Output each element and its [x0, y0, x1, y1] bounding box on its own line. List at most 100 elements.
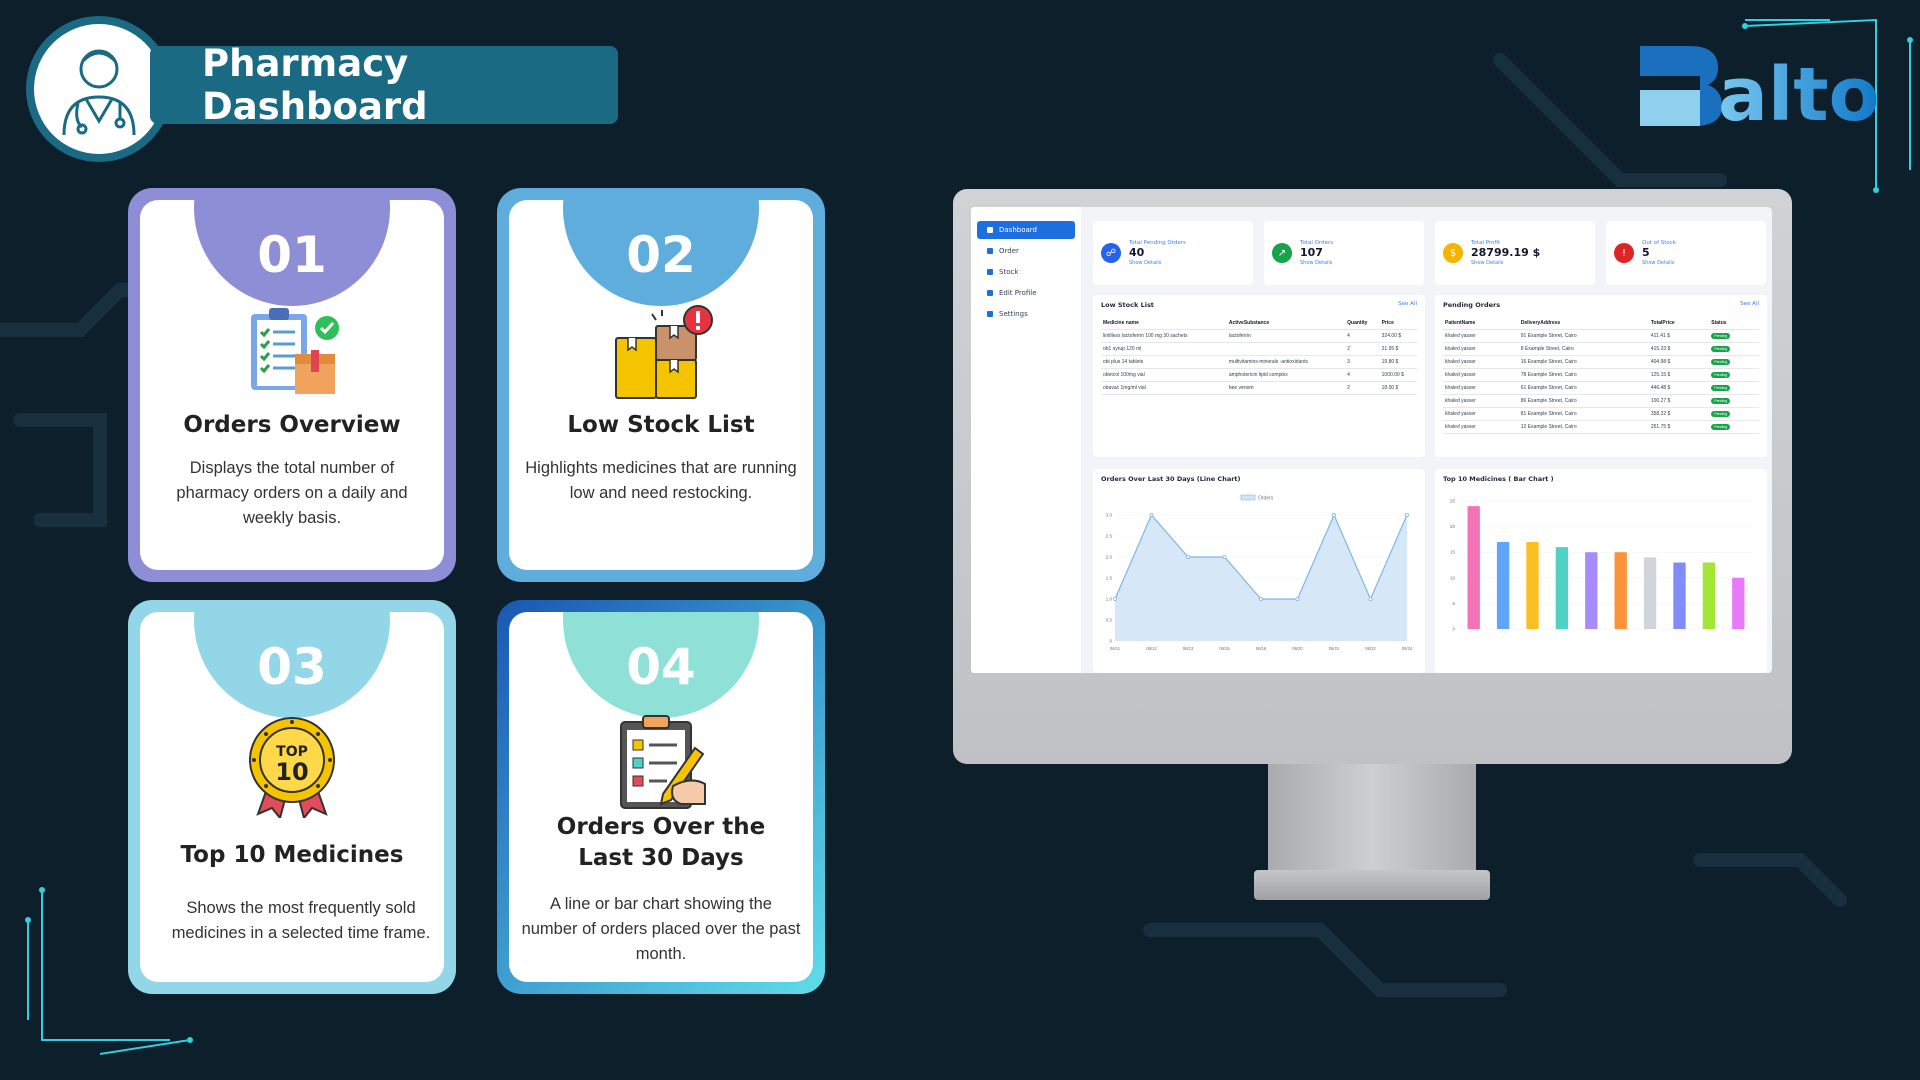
- status-badge: Pending: [1711, 385, 1731, 391]
- sidebar-item-settings[interactable]: Settings: [977, 305, 1075, 323]
- table-row[interactable]: khaled yasser 86 Example Street, Cairo 100…: [1443, 394, 1759, 408]
- table-row[interactable]: lintilless lactoferrin 100 mg 30 sachets…: [1101, 329, 1417, 343]
- table-cell: 3: [1345, 355, 1380, 369]
- table-cell: 4: [1345, 368, 1380, 382]
- pending-orders-table: PatientName DeliveryAddress TotalPrice S…: [1443, 317, 1759, 434]
- table-cell: 19.80 $: [1379, 355, 1417, 369]
- sidebar-item-label: Settings: [999, 310, 1028, 318]
- table-row[interactable]: obavac 1mg/ml vial bee venom 2 18.00 $: [1101, 381, 1417, 395]
- table-cell: 2: [1345, 381, 1380, 395]
- data-point: [1368, 597, 1373, 602]
- trend-icon: ↗: [1272, 243, 1292, 263]
- column-header: Quantity: [1345, 317, 1380, 330]
- data-point: [1331, 512, 1336, 517]
- table-row[interactable]: khaled yasser 16 Example Street, Cairo 404…: [1443, 355, 1759, 369]
- sidebar-item-dashboard[interactable]: Dashboard: [977, 221, 1075, 239]
- feature-card-orders-overview: 01 Orders Overview Displays the total nu…: [128, 188, 456, 582]
- table-cell: 8 Example Street, Cairo: [1518, 342, 1649, 356]
- see-all-link[interactable]: See All: [1398, 301, 1417, 309]
- show-details-link[interactable]: Show Details: [1129, 260, 1186, 266]
- table-cell: 358.22 $: [1648, 407, 1710, 421]
- gear-icon: [987, 311, 993, 317]
- show-details-link[interactable]: Show Details: [1471, 260, 1540, 266]
- table-row[interactable]: khaled yasser 81 Example Street, Cairo 358…: [1443, 407, 1759, 421]
- x-tick-label: 06/20: [1292, 646, 1303, 651]
- sidebar-item-label: Order: [999, 247, 1019, 255]
- sidebar-item-stock[interactable]: Stock: [977, 263, 1075, 281]
- y-tick-label: 2.5: [1106, 534, 1113, 539]
- table-cell: 324.00 $: [1379, 329, 1417, 343]
- table-cell: 404.98 $: [1648, 355, 1710, 369]
- status-badge: Pending: [1711, 424, 1731, 430]
- card-number: 02: [563, 200, 759, 306]
- see-all-link[interactable]: See All: [1740, 301, 1759, 309]
- page-title: Pharmacy Dashboard: [150, 42, 618, 128]
- show-details-link[interactable]: Show Details: [1300, 260, 1333, 266]
- data-point: [1258, 597, 1263, 602]
- show-details-link[interactable]: Show Details: [1642, 260, 1676, 266]
- x-tick-label: 06/12: [1146, 646, 1157, 651]
- bar: [1702, 562, 1716, 629]
- data-point: [1186, 555, 1191, 560]
- kpi-pending-orders: ☍ Total Pending Orders 40 Show Details: [1093, 221, 1253, 285]
- pending-orders-panel: Pending Orders See All PatientName Delive…: [1435, 295, 1767, 457]
- bar: [1614, 552, 1627, 629]
- card-title: Orders Overview: [183, 412, 401, 438]
- dashboard-screenshot: Dashboard Order Stock Edit Profile Setti…: [971, 207, 1772, 673]
- table-cell: Pending: [1709, 368, 1759, 382]
- bar: [1673, 562, 1686, 629]
- table-row[interactable]: khaled yasser 12 Example Street, Cairo 251…: [1443, 420, 1759, 434]
- feature-card-orders-30-days: 04 Orders Over the Last 30 Days A line o…: [497, 600, 825, 994]
- card-title: Low Stock List: [567, 412, 755, 438]
- bar: [1643, 557, 1657, 629]
- table-row[interactable]: khaled yasser 91 Example Street, Cairo 411…: [1443, 329, 1759, 343]
- data-point: [1112, 597, 1117, 602]
- table-row[interactable]: ob1 syrup 120 ml 2 21.95 $: [1101, 342, 1417, 356]
- y-tick-label: 3.0: [1106, 513, 1113, 518]
- table-row[interactable]: khaled yasser 8 Example Street, Cairo 415.…: [1443, 342, 1759, 356]
- sidebar-item-label: Stock: [999, 268, 1019, 276]
- column-header: Price: [1379, 317, 1417, 330]
- monitor-screen: Dashboard Order Stock Edit Profile Setti…: [971, 207, 1772, 673]
- card-description: Shows the most frequently sold medicines…: [171, 899, 431, 942]
- svg-text:alto: alto: [1718, 52, 1880, 130]
- x-tick-label: 06/11: [1110, 646, 1121, 651]
- card-description: Displays the total number of pharmacy or…: [176, 459, 408, 527]
- table-cell: khaled yasser: [1443, 368, 1519, 382]
- table-row[interactable]: khaled yasser 78 Example Street, Cairo 125…: [1443, 368, 1759, 382]
- table-cell: 12 Example Street, Cairo: [1518, 420, 1649, 434]
- table-cell: khaled yasser: [1443, 355, 1519, 369]
- bar: [1585, 552, 1598, 629]
- x-tick-label: 06/13: [1183, 646, 1194, 651]
- line-chart-panel: Orders Over Last 30 Days (Line Chart) 00…: [1093, 469, 1425, 673]
- column-header: DeliveryAddress: [1518, 317, 1649, 330]
- table-cell: lintilless lactoferrin 100 mg 30 sachets: [1101, 329, 1227, 343]
- table-cell: obi plus 14 tablets: [1101, 355, 1227, 369]
- bar-chart: 0 5 10 15 20 25: [1450, 499, 1753, 632]
- sidebar-item-order[interactable]: Order: [977, 242, 1075, 260]
- table-row[interactable]: obetcol 100mg vial amphotericin lipid com…: [1101, 368, 1417, 382]
- y-tick-label: 10: [1450, 575, 1456, 580]
- y-tick-label: 0.5: [1106, 618, 1113, 623]
- table-row[interactable]: khaled yasser 61 Example Street, Cairo 446…: [1443, 381, 1759, 395]
- y-tick-label: 2.0: [1106, 555, 1113, 560]
- column-header: ActiveSubstance: [1226, 317, 1346, 330]
- kpi-out-of-stock: ! Out of Stock 5 Show Details: [1606, 221, 1766, 285]
- y-tick-label: 20: [1450, 524, 1456, 529]
- table-cell: 4: [1345, 329, 1380, 343]
- table-row[interactable]: obi plus 14 tablets multivitamins-mineral…: [1101, 355, 1417, 369]
- sidebar-item-edit-profile[interactable]: Edit Profile: [977, 284, 1075, 302]
- status-badge: Pending: [1711, 411, 1731, 417]
- y-tick-label: 25: [1450, 499, 1456, 504]
- card-description: Highlights medicines that are running lo…: [525, 459, 797, 502]
- boxes-alert-icon: [615, 305, 713, 399]
- doctor-icon: [62, 49, 136, 136]
- table-cell: 1000.00 $: [1379, 368, 1417, 382]
- table-cell: 16 Example Street, Cairo: [1518, 355, 1649, 369]
- grid-icon: [987, 227, 993, 233]
- kpi-value: 5: [1642, 246, 1650, 259]
- y-tick-label: 0: [1109, 639, 1112, 644]
- data-point: [1149, 512, 1154, 517]
- panel-title: Low Stock List: [1101, 301, 1154, 309]
- column-header: Status: [1709, 317, 1759, 330]
